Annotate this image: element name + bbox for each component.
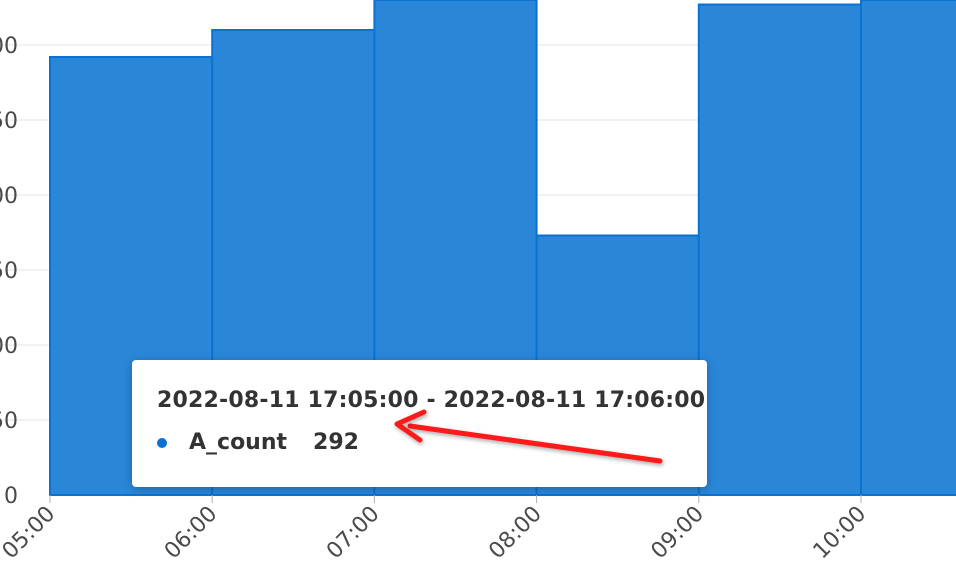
histogram-chart: 05010015020025030005:0006:0007:0008:0009… — [0, 0, 956, 566]
arrow-shaft — [407, 423, 663, 464]
annotation-arrow-layer — [394, 409, 663, 464]
